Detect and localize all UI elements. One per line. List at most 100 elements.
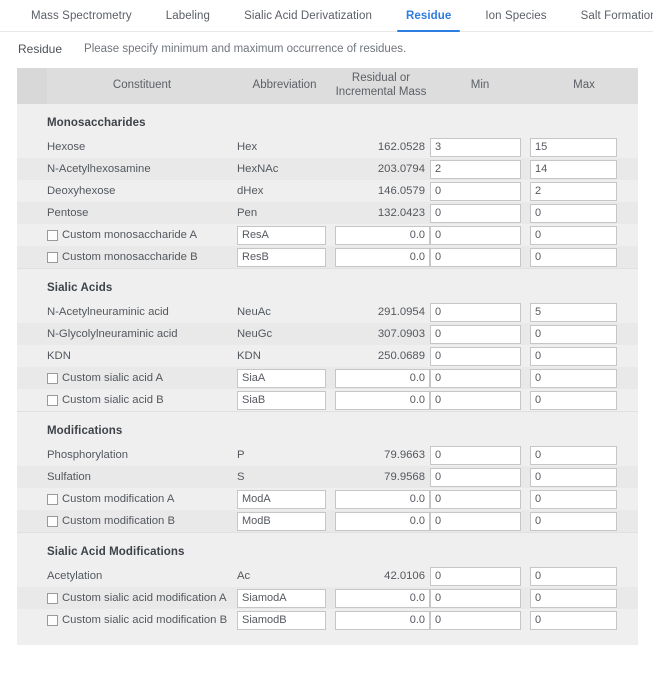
mass-value: 132.0423 (377, 207, 425, 219)
abbreviation-input[interactable] (237, 368, 326, 388)
header-cell-mass-line2: Incremental Mass (335, 86, 427, 98)
tab-ion-species[interactable]: Ion Species (468, 0, 563, 31)
max-input[interactable] (530, 489, 617, 509)
max-cell (530, 225, 638, 245)
table-row: Custom modification B (17, 510, 638, 532)
mass-cell (332, 390, 430, 410)
min-input[interactable] (430, 588, 521, 608)
min-input[interactable] (430, 390, 521, 410)
max-input[interactable] (530, 181, 617, 201)
mass-input[interactable] (335, 489, 430, 509)
mass-input[interactable] (335, 610, 430, 630)
abbreviation-input[interactable] (237, 511, 326, 531)
abbreviation-input[interactable] (237, 610, 326, 630)
abbreviation-input[interactable] (237, 588, 326, 608)
header-cell-min: Min (470, 79, 490, 92)
tab-sialic-acid-derivatization[interactable]: Sialic Acid Derivatization (227, 0, 389, 31)
enable-custom-sialic-acid-modification-b-checkbox-wrap[interactable]: Custom sialic acid modification B (47, 614, 237, 626)
abbreviation-input[interactable] (237, 247, 326, 267)
max-cell (530, 181, 638, 201)
tab-labeling[interactable]: Labeling (149, 0, 227, 31)
mass-input[interactable] (335, 588, 430, 608)
max-input[interactable] (530, 324, 617, 344)
checkbox-icon[interactable] (47, 372, 58, 384)
checkbox-icon[interactable] (47, 493, 58, 505)
max-input[interactable] (530, 511, 617, 531)
min-input[interactable] (430, 181, 521, 201)
section-modifications: Modifications Phosphorylation P 79.9663 Sulf… (17, 411, 638, 532)
min-cell (430, 324, 530, 344)
enable-custom-sialic-acid-a-checkbox-wrap[interactable]: Custom sialic acid A (47, 372, 237, 384)
enable-custom-modification-a-checkbox-wrap[interactable]: Custom modification A (47, 493, 237, 505)
mass-input[interactable] (335, 225, 430, 245)
min-input[interactable] (430, 247, 521, 267)
max-input[interactable] (530, 247, 617, 267)
enable-custom-sialic-acid-b-checkbox-wrap[interactable]: Custom sialic acid B (47, 394, 237, 406)
min-input[interactable] (430, 302, 521, 322)
page-title: Residue (18, 41, 63, 56)
mass-input[interactable] (335, 368, 430, 388)
min-input[interactable] (430, 324, 521, 344)
mass-value: 42.0106 (384, 570, 425, 582)
max-input[interactable] (530, 610, 617, 630)
max-input[interactable] (530, 467, 617, 487)
max-input[interactable] (530, 159, 617, 179)
min-input[interactable] (430, 511, 521, 531)
abbreviation-input[interactable] (237, 390, 326, 410)
max-input[interactable] (530, 588, 617, 608)
max-input[interactable] (530, 225, 617, 245)
min-input[interactable] (430, 467, 521, 487)
mass-input[interactable] (335, 390, 430, 410)
abbreviation-input[interactable] (237, 225, 326, 245)
enable-custom-monosaccharide-b-checkbox-wrap[interactable]: Custom monosaccharide B (47, 251, 237, 263)
min-input[interactable] (430, 159, 521, 179)
min-input[interactable] (430, 566, 521, 586)
min-input[interactable] (430, 225, 521, 245)
abbreviation-cell (237, 225, 332, 245)
tab-mass-spectrometry[interactable]: Mass Spectrometry (14, 0, 149, 31)
mass-input[interactable] (335, 247, 430, 267)
min-cell (430, 225, 530, 245)
min-input[interactable] (430, 368, 521, 388)
min-input[interactable] (430, 137, 521, 157)
checkbox-icon[interactable] (47, 394, 58, 406)
min-input[interactable] (430, 346, 521, 366)
table-row: N-Glycolylneuraminic acid NeuGc 307.0903 (17, 323, 638, 345)
max-cell (530, 368, 638, 388)
abbreviation-value: NeuAc (237, 306, 271, 318)
min-input[interactable] (430, 203, 521, 223)
mass-value: 146.0579 (377, 185, 425, 197)
max-input[interactable] (530, 346, 617, 366)
enable-custom-modification-b-checkbox-wrap[interactable]: Custom modification B (47, 515, 237, 527)
row-label: Hexose (47, 141, 86, 153)
abbreviation-input[interactable] (237, 489, 326, 509)
min-cell (430, 489, 530, 509)
max-input[interactable] (530, 368, 617, 388)
checkbox-icon[interactable] (47, 251, 58, 263)
min-input[interactable] (430, 610, 521, 630)
max-input[interactable] (530, 302, 617, 322)
abbreviation-value: NeuGc (237, 328, 273, 340)
custom-residue-label-cell: Custom modification B (47, 515, 237, 527)
mass-value: 203.0794 (377, 163, 425, 175)
max-input[interactable] (530, 566, 617, 586)
tab-salt-formation[interactable]: Salt Formation (564, 0, 653, 31)
max-input[interactable] (530, 390, 617, 410)
max-input[interactable] (530, 445, 617, 465)
checkbox-icon[interactable] (47, 515, 58, 527)
checkbox-icon[interactable] (47, 592, 58, 604)
checkbox-icon[interactable] (47, 614, 58, 626)
header-cell-mass: Residual or Incremental Mass (332, 68, 430, 104)
checkbox-icon[interactable] (47, 229, 58, 241)
custom-residue-label-cell: Custom sialic acid B (47, 394, 237, 406)
max-input[interactable] (530, 203, 617, 223)
min-input[interactable] (430, 489, 521, 509)
mass-input[interactable] (335, 511, 430, 531)
table-row: Custom modification A (17, 488, 638, 510)
min-input[interactable] (430, 445, 521, 465)
tab-residue[interactable]: Residue (389, 0, 468, 32)
enable-custom-sialic-acid-modification-a-checkbox-wrap[interactable]: Custom sialic acid modification A (47, 592, 237, 604)
row-label: N-Glycolylneuraminic acid (47, 328, 178, 340)
enable-custom-monosaccharide-a-checkbox-wrap[interactable]: Custom monosaccharide A (47, 229, 237, 241)
max-input[interactable] (530, 137, 617, 157)
